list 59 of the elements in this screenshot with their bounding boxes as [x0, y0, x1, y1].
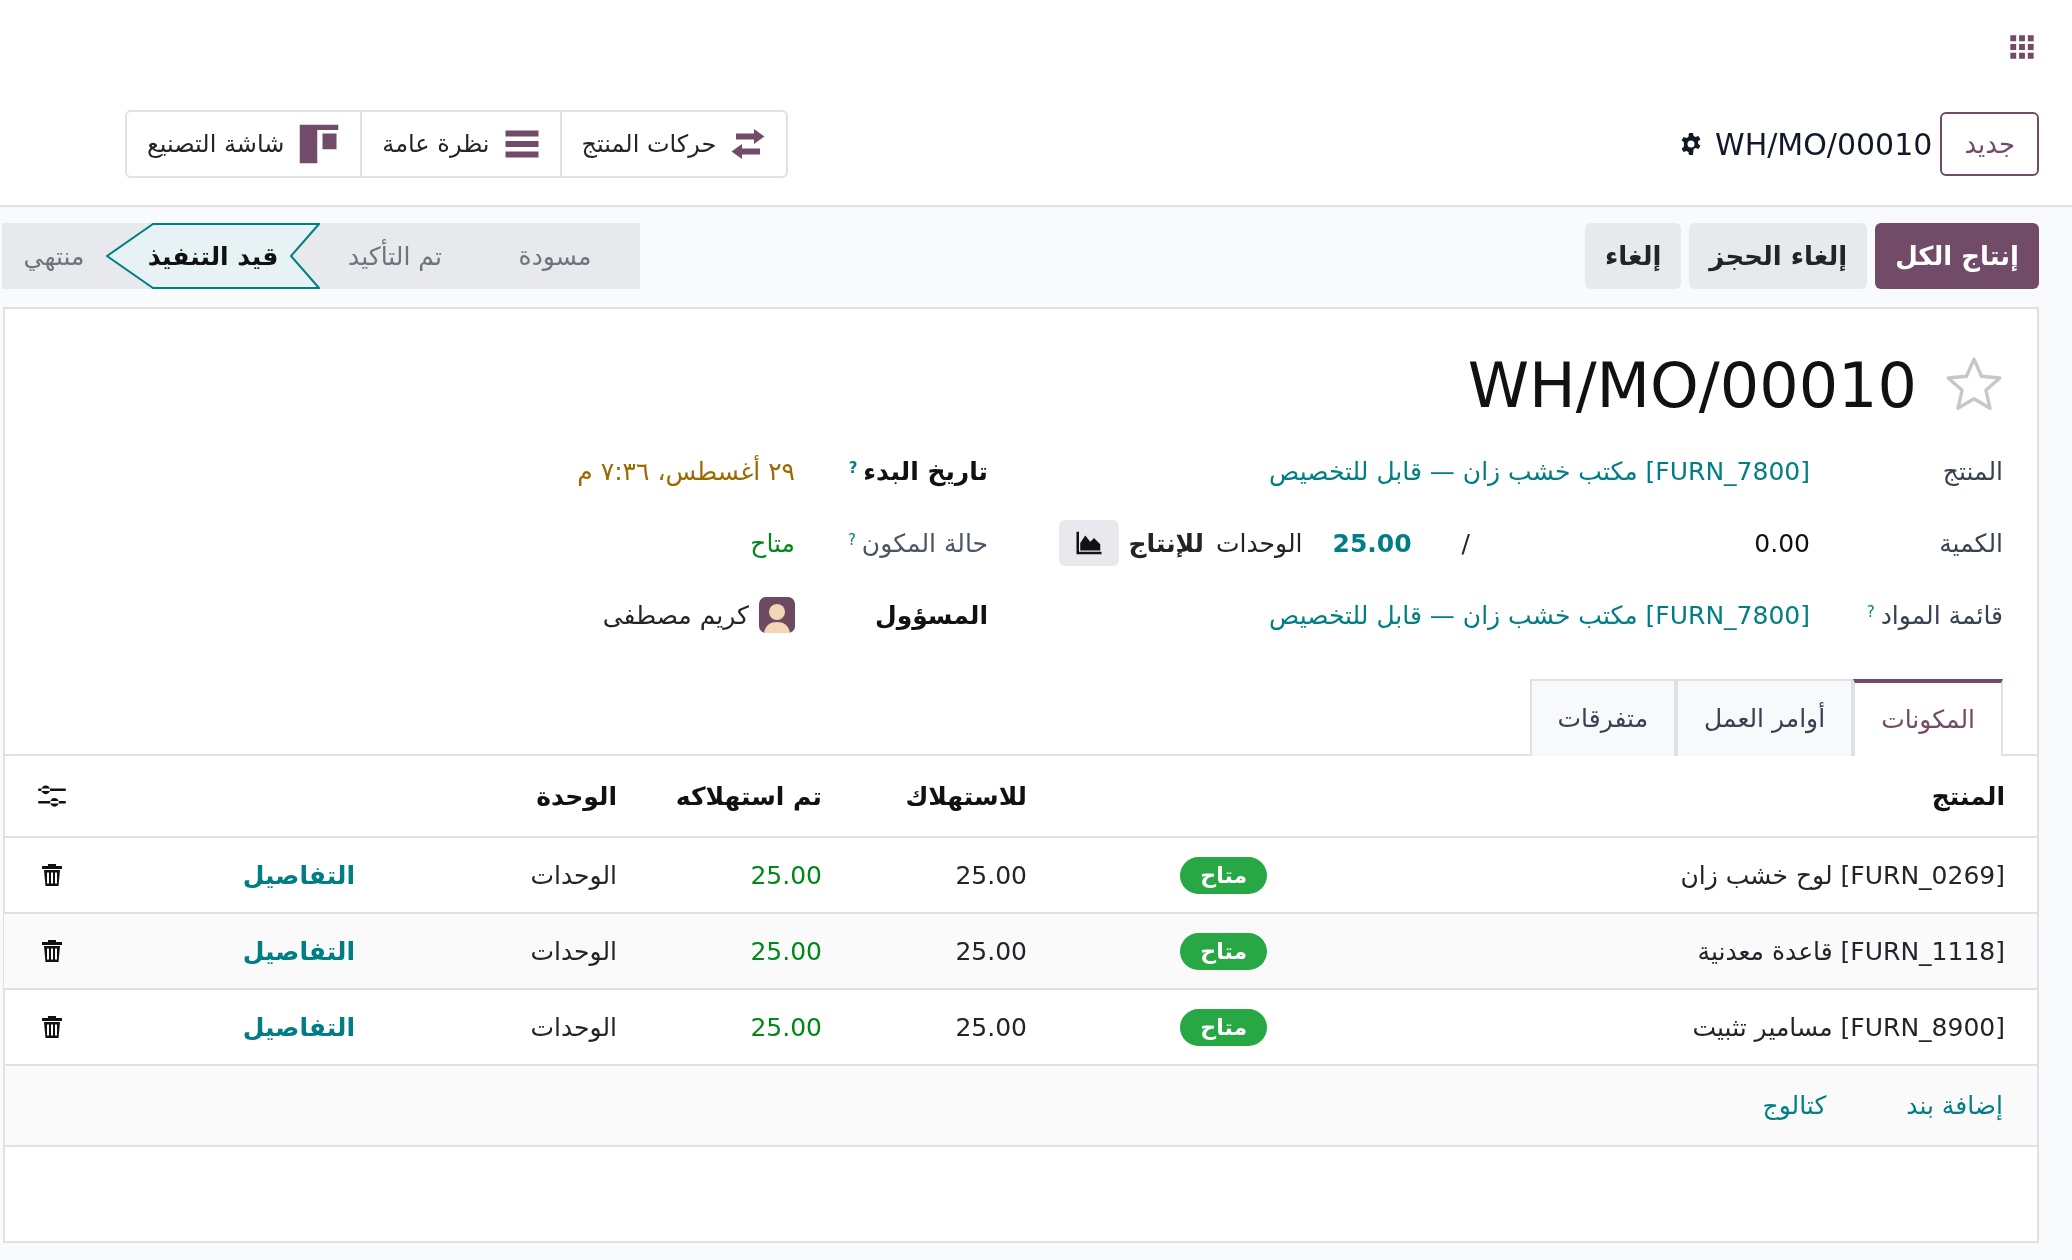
swap-arrows-icon — [730, 126, 767, 162]
record-breadcrumb: WH/MO/00010 — [1715, 126, 1933, 162]
availability-badge: متاح — [1180, 1008, 1267, 1046]
status-step[interactable]: منتهي — [2, 223, 106, 289]
primary-action-button[interactable]: إنتاج الكل — [1875, 223, 2039, 289]
availability-badge: متاح — [1180, 856, 1267, 894]
field-label: المنتج — [1942, 456, 2003, 486]
panel-layout-icon — [298, 123, 341, 165]
smart-button[interactable]: حركات المنتج — [559, 112, 787, 176]
status-step[interactable]: مسودة — [470, 223, 640, 289]
status-step[interactable]: تم التأكيد — [320, 223, 470, 289]
tab[interactable]: المكونات — [1853, 679, 2003, 756]
add-line-link[interactable]: إضافة بند — [1906, 1091, 2003, 1120]
delete-icon[interactable] — [39, 939, 64, 963]
new-button[interactable]: جديد — [1940, 112, 2039, 176]
field-label: المسؤول — [874, 600, 988, 630]
status-step[interactable]: قيد التنفيذ — [106, 223, 320, 289]
date-value: ٢٩ أغسطس، ٧:٣٦ م — [577, 456, 795, 486]
column-header: للاستهلاك — [842, 756, 1057, 838]
delete-icon[interactable] — [39, 1015, 64, 1039]
help-tooltip-mark[interactable]: ? — [1866, 602, 1875, 621]
table-cell: 25.00 — [842, 914, 1057, 990]
catalog-link[interactable]: كتالوج — [1762, 1091, 1827, 1120]
settings-icon[interactable] — [1679, 132, 1703, 156]
separator-text: / — [1461, 528, 1470, 558]
help-tooltip-mark[interactable]: ? — [848, 458, 858, 477]
avatar-icon — [759, 597, 795, 633]
target-quantity: 25.00 — [1332, 528, 1412, 558]
product-link[interactable]: [FURN_7800] مكتب خشب زان — قابل للتخصيص — [988, 456, 1810, 486]
product-link[interactable]: [FURN_7800] مكتب خشب زان — قابل للتخصيص — [988, 600, 1810, 630]
column-header: الوحدة — [437, 756, 637, 838]
smart-button[interactable]: نظرة عامة — [360, 112, 560, 176]
field-label: تاريخ البدء — [863, 456, 988, 486]
forecast-button[interactable] — [1058, 520, 1119, 566]
smart-button[interactable]: شاشة التصنيع — [127, 112, 361, 176]
field-label: قائمة المواد — [1880, 600, 2003, 630]
table-cell: الوحدات — [437, 914, 637, 990]
availability-badge: متاح — [1180, 932, 1267, 970]
details-link[interactable]: التفاصيل — [242, 860, 355, 890]
table-cell: 25.00 — [637, 914, 842, 990]
tab[interactable]: متفرقات — [1529, 679, 1677, 756]
column-header: المنتج — [1287, 756, 2037, 838]
delete-icon[interactable] — [39, 863, 64, 887]
record-title: WH/MO/00010 — [1467, 348, 1917, 422]
details-link[interactable]: التفاصيل — [242, 936, 355, 966]
details-link[interactable]: التفاصيل — [242, 1012, 355, 1042]
table-cell: [FURN_1118] قاعدة معدنية — [1287, 914, 2037, 990]
unit-text: الوحدات — [1215, 528, 1303, 558]
help-tooltip-mark[interactable]: ? — [847, 530, 856, 549]
status-value: متاح — [749, 528, 795, 558]
unit-suffix: للإنتاج — [1128, 528, 1204, 558]
action-button[interactable]: إلغاء — [1584, 223, 1682, 289]
field-label: حالة المكون — [861, 528, 988, 558]
field-label: الكمية — [1939, 528, 2003, 558]
apps-menu-icon[interactable] — [2008, 33, 2036, 61]
tab[interactable]: أوامر العمل — [1676, 679, 1854, 756]
column-header: تم استهلاكه — [637, 756, 842, 838]
user-name[interactable]: كريم مصطفى — [602, 600, 749, 630]
action-button[interactable]: إلغاء الحجز — [1689, 223, 1868, 289]
